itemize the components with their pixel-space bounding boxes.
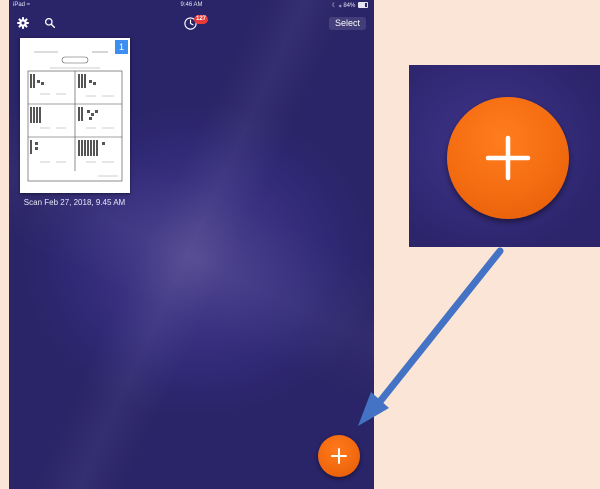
callout-arrow-icon: [358, 247, 504, 426]
